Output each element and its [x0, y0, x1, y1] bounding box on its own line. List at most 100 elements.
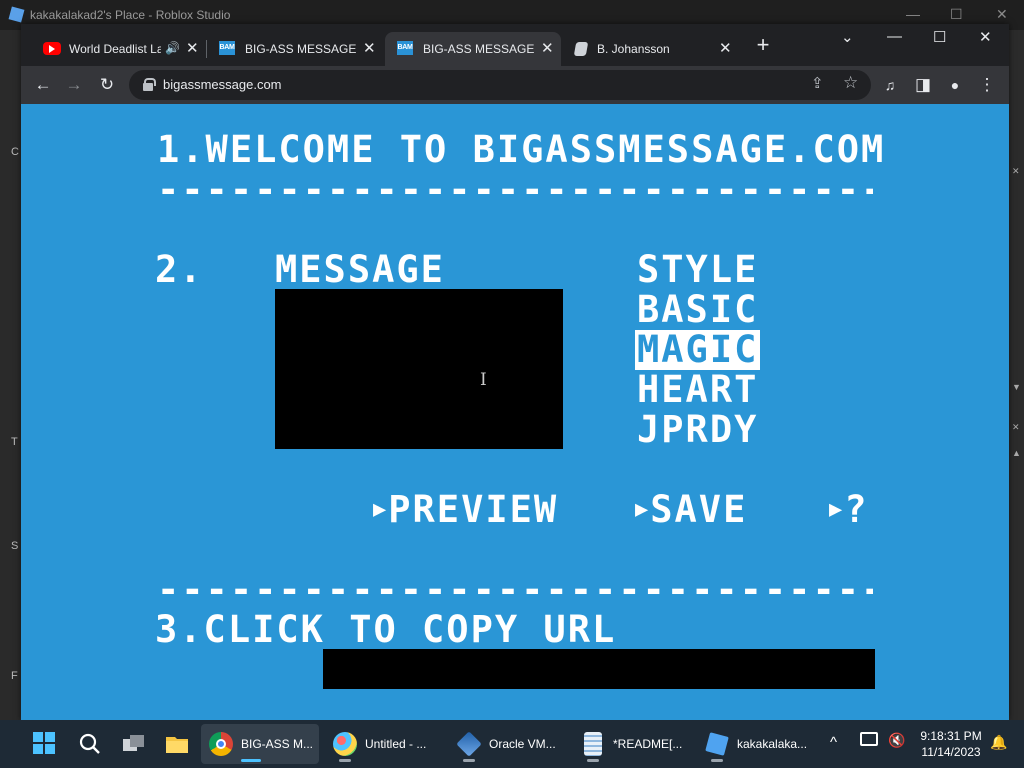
copy-url-field[interactable] [323, 649, 875, 689]
side-panel-icon[interactable]: ◨ [910, 73, 936, 97]
arrow-right-icon: ▶ [373, 497, 389, 522]
roblox-window-title: kakakalakad2's Place - Roblox Studio [30, 8, 231, 22]
new-tab-button[interactable]: + [751, 34, 775, 58]
running-indicator [463, 759, 475, 762]
lock-icon[interactable] [143, 78, 156, 91]
tab-label: World Deadlist La [69, 42, 161, 56]
address-bar[interactable]: bigassmessage.com ⇪ ☆ [129, 70, 871, 100]
roblox-panel-letter: F [11, 670, 18, 682]
style-option-heart[interactable]: HEART [635, 370, 760, 410]
tab-johansson[interactable]: B. Johansson ✕ [563, 32, 739, 66]
volume-muted-icon[interactable]: 🔇 [888, 732, 905, 749]
taskbar-app-label: BIG-ASS M... [241, 737, 314, 751]
tab-close-icon[interactable]: ✕ [719, 39, 732, 57]
task-view-icon[interactable] [120, 730, 148, 758]
message-label: MESSAGE [275, 248, 445, 291]
back-button[interactable]: ← [30, 73, 56, 97]
tab-youtube[interactable]: World Deadlist La 🔊 ✕ [31, 32, 207, 66]
chat-icon [573, 42, 589, 56]
roblox-panel-letter: S [11, 540, 19, 552]
tab-bam-2[interactable]: BAM BIG-ASS MESSAGE ✕ [385, 32, 561, 66]
bam-icon: BAM [397, 41, 413, 55]
tab-strip: World Deadlist La 🔊 ✕ BAM BIG-ASS MESSAG… [21, 24, 1009, 66]
file-explorer-icon[interactable] [163, 730, 191, 758]
clock[interactable]: 9:18:31 PM 11/14/2023 [918, 728, 984, 760]
roblox-icon [705, 732, 729, 756]
menu-icon[interactable]: ⋮ [974, 73, 1000, 97]
notepad-icon [584, 732, 602, 756]
roblox-panel-letter: T [11, 436, 18, 448]
style-option-basic[interactable]: BASIC [635, 290, 760, 330]
arrow-right-icon: ▶ [829, 497, 845, 522]
search-icon[interactable] [76, 730, 104, 758]
network-icon[interactable] [860, 732, 878, 746]
taskbar-app-virtualbox[interactable]: Oracle VM... [449, 724, 567, 764]
roblox-panel-letter: C [11, 146, 19, 158]
taskbar-app-notepad[interactable]: *README[... [573, 724, 691, 764]
roblox-close-button[interactable]: ✕ [996, 6, 1008, 23]
tab-label: BIG-ASS MESSAGE [245, 42, 357, 56]
running-indicator [339, 759, 351, 762]
url-text[interactable]: bigassmessage.com [163, 77, 282, 92]
browser-toolbar: ← → ↻ bigassmessage.com ⇪ ☆ ♫ ◨ ● ⋮ [21, 66, 1009, 104]
step-2-label: 2. [155, 248, 204, 291]
roblox-close-icon[interactable]: ✕ [1012, 422, 1020, 433]
running-indicator [241, 759, 261, 762]
help-label: ? [844, 488, 869, 531]
chevron-up-icon[interactable]: ^ [830, 734, 837, 751]
tab-bam-1[interactable]: BAM BIG-ASS MESSAGE ✕ [207, 32, 383, 66]
tab-close-icon[interactable]: ✕ [186, 39, 199, 57]
forward-button[interactable]: → [61, 73, 87, 97]
share-icon[interactable]: ⇪ [811, 74, 824, 92]
media-control-icon[interactable]: ♫ [877, 73, 903, 97]
chrome-icon [209, 732, 233, 756]
step-3-label: 3.CLICK TO COPY URL [155, 608, 617, 651]
style-label: STYLE [637, 248, 759, 291]
minimize-button[interactable]: — [887, 28, 902, 45]
taskbar-app-chrome[interactable]: BIG-ASS M... [201, 724, 319, 764]
tab-label: BIG-ASS MESSAGE [423, 42, 535, 56]
tab-close-icon[interactable]: ✕ [363, 39, 376, 57]
roblox-scroll-down-icon[interactable]: ▼ [1012, 382, 1021, 392]
roblox-right-panel: ✕ ▼ ✕ ▲ [1008, 30, 1024, 720]
taskbar-app-label: kakakalaka... [737, 737, 808, 751]
virtualbox-icon [456, 731, 482, 757]
clock-time: 9:18:31 PM [920, 729, 982, 743]
reload-button[interactable]: ↻ [94, 73, 120, 97]
divider-bottom: ------------------------------ [157, 580, 873, 600]
running-indicator [711, 759, 723, 762]
roblox-close-icon[interactable]: ✕ [1012, 166, 1020, 177]
preview-button[interactable]: ▶PREVIEW [373, 490, 558, 530]
roblox-minimize-button[interactable]: — [906, 6, 920, 22]
taskbar: BIG-ASS M... Untitled - ... Oracle VM...… [0, 720, 1024, 768]
bam-icon: BAM [219, 41, 235, 55]
windows-start-button[interactable] [33, 732, 55, 754]
close-button[interactable]: ✕ [979, 28, 992, 46]
message-input[interactable] [275, 289, 563, 449]
save-button[interactable]: ▶SAVE [635, 490, 747, 530]
tab-close-icon[interactable]: ✕ [541, 39, 554, 57]
tab-search-icon[interactable]: ⌄ [841, 28, 854, 46]
taskbar-app-roblox[interactable]: kakakalaka... [697, 724, 815, 764]
help-button[interactable]: ▶? [829, 490, 869, 530]
divider-top: ------------------------------ [157, 180, 873, 200]
bookmark-star-icon[interactable]: ☆ [843, 73, 858, 93]
youtube-icon [43, 42, 61, 55]
audio-icon[interactable]: 🔊 [165, 41, 180, 55]
page-heading: 1.WELCOME TO BIGASSMESSAGE.COM [157, 128, 886, 171]
clock-date: 11/14/2023 [921, 745, 981, 759]
text-cursor-icon: I [480, 370, 487, 390]
taskbar-app-label: Oracle VM... [489, 737, 556, 751]
tab-label: B. Johansson [597, 42, 670, 56]
profile-icon[interactable]: ● [942, 73, 968, 97]
taskbar-app-label: *README[... [613, 737, 683, 751]
notification-bell-icon[interactable]: 🔔 [990, 734, 1007, 751]
style-option-jprdy[interactable]: JPRDY [635, 410, 760, 450]
roblox-maximize-button[interactable]: ☐ [950, 6, 963, 23]
maximize-button[interactable]: ☐ [933, 28, 946, 46]
save-label: SAVE [650, 488, 748, 531]
taskbar-app-paint[interactable]: Untitled - ... [325, 724, 443, 764]
bigassmessage-page: 1.WELCOME TO BIGASSMESSAGE.COM ---------… [21, 104, 1009, 720]
style-option-magic[interactable]: MAGIC [635, 330, 761, 370]
roblox-scroll-up-icon[interactable]: ▲ [1012, 448, 1021, 458]
